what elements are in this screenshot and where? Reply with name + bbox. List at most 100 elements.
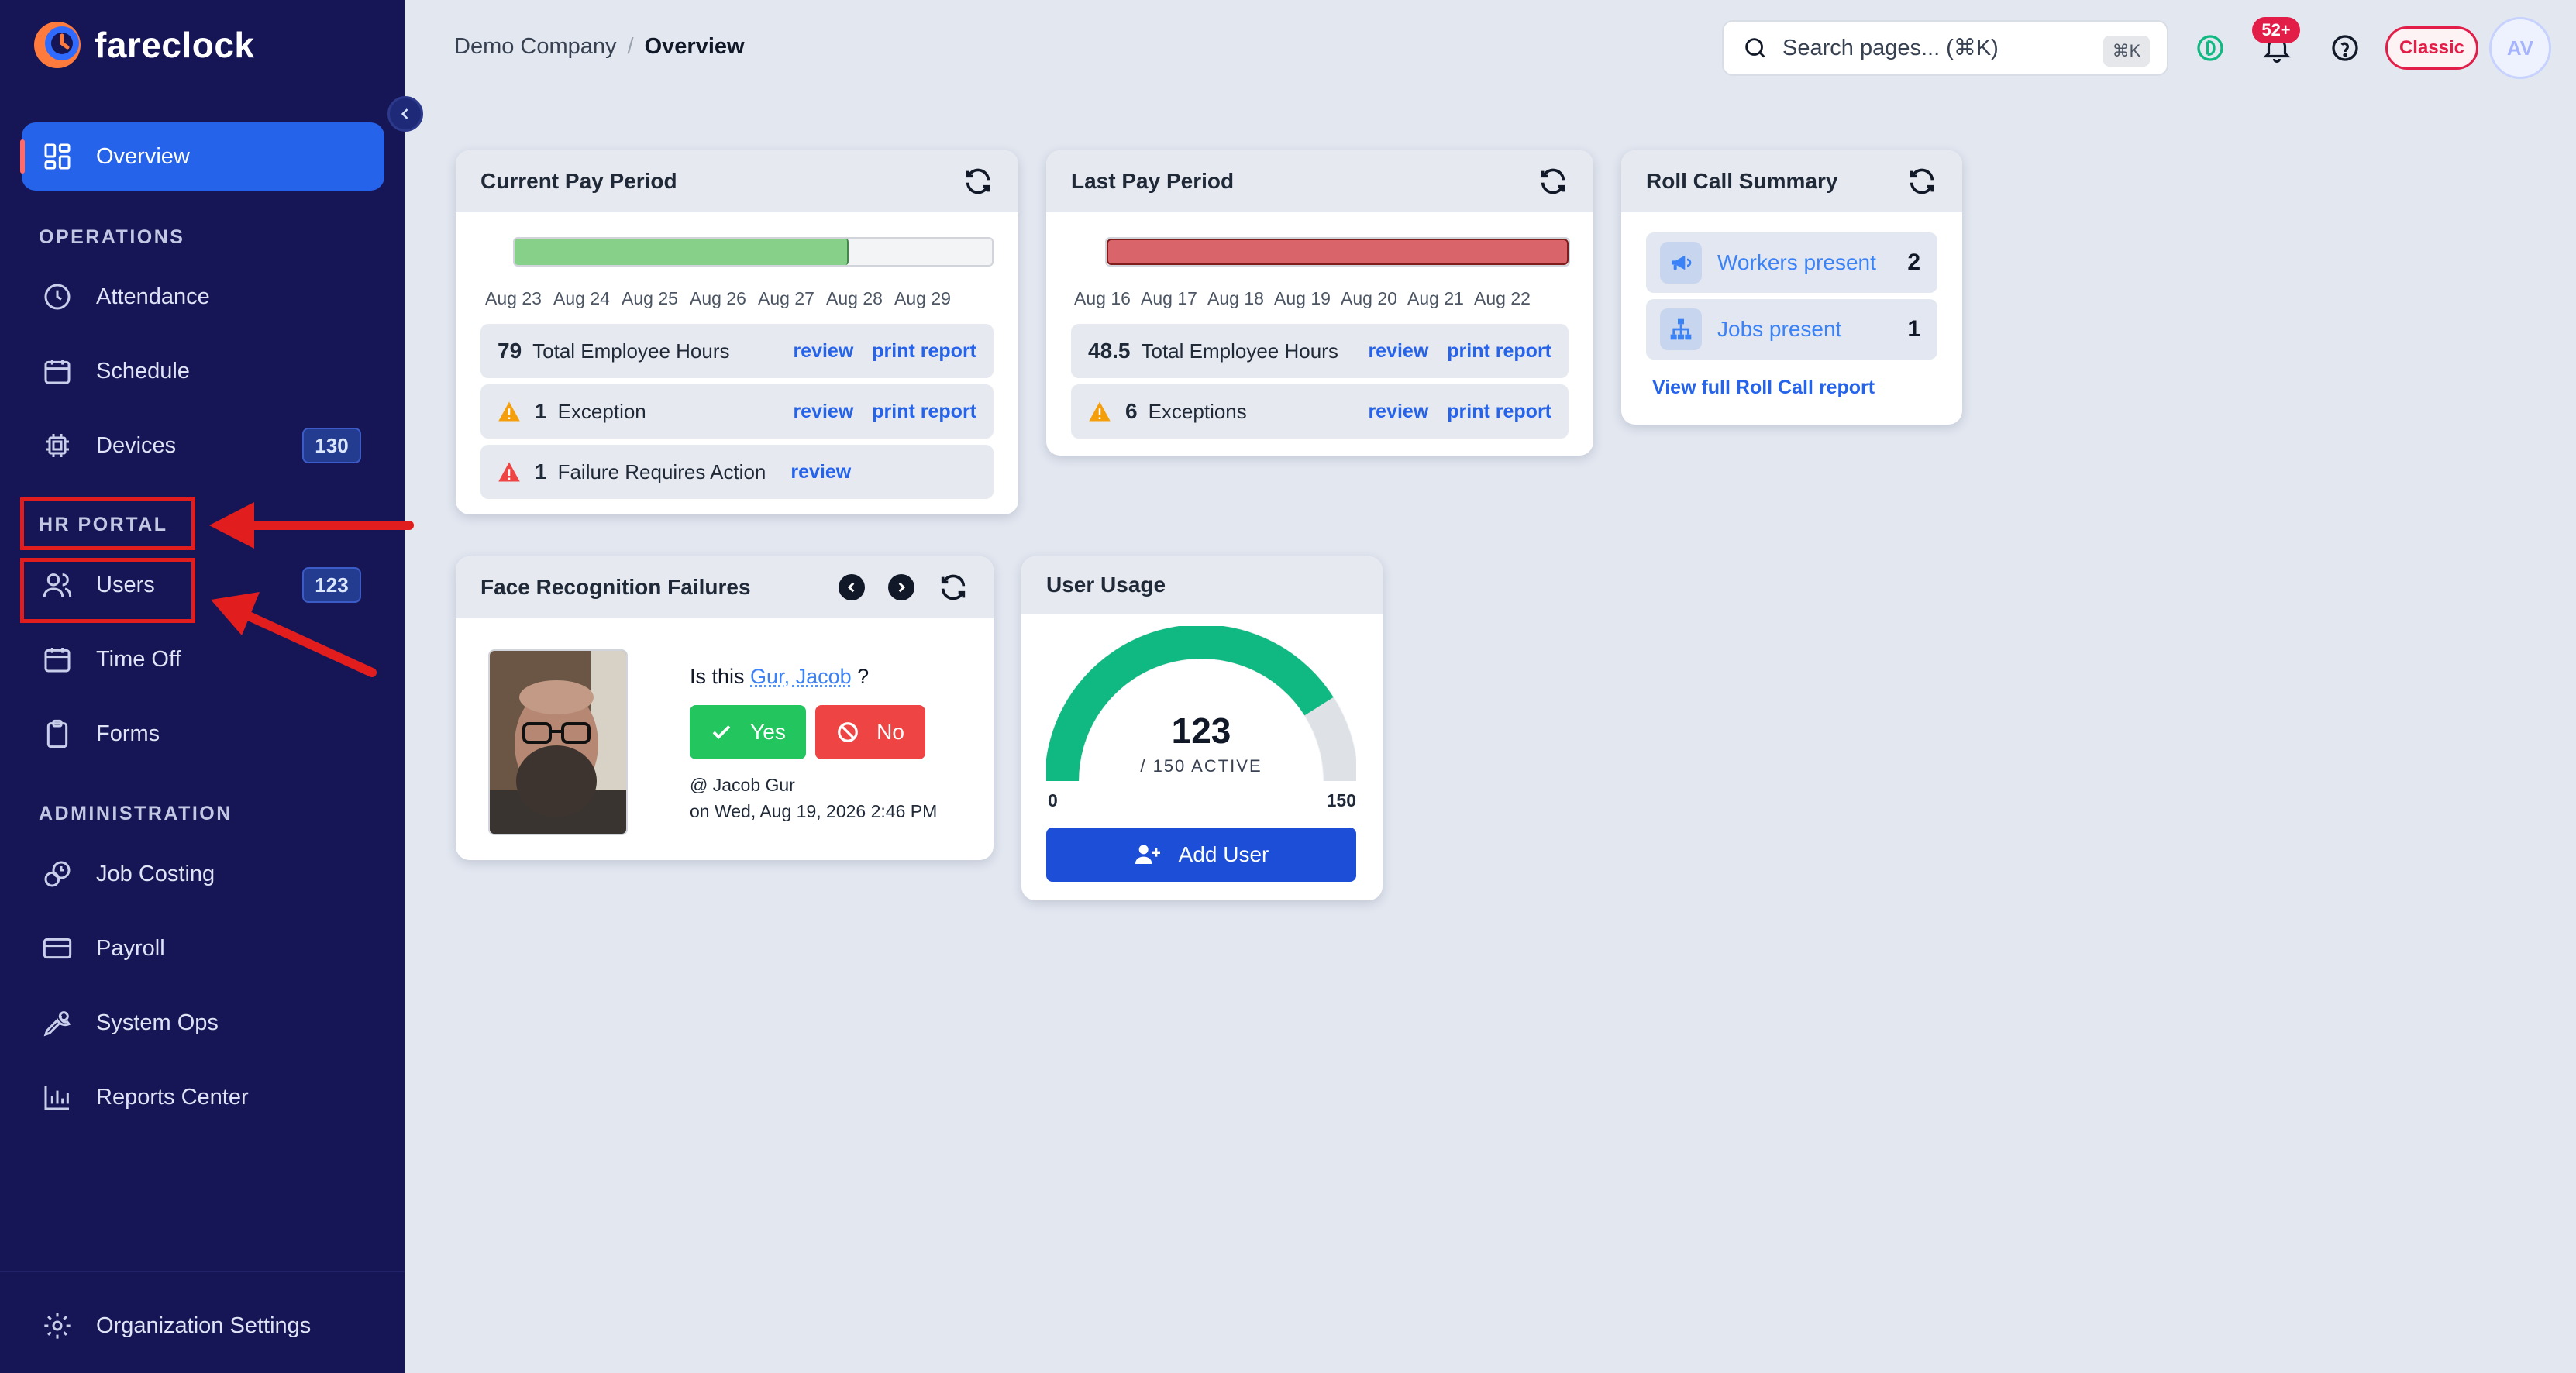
coins-icon	[44, 861, 71, 887]
notification-badge: 52+	[2252, 17, 2300, 43]
clipboard-icon	[46, 719, 68, 748]
sidebar-item-devices[interactable]: Devices 130	[22, 412, 384, 479]
sidebar-item-forms[interactable]: Forms	[22, 700, 384, 767]
yes-button[interactable]: Yes	[690, 705, 806, 759]
breadcrumb-company[interactable]: Demo Company	[454, 34, 617, 60]
refresh-icon[interactable]	[963, 166, 994, 197]
credit-card-icon	[43, 938, 72, 959]
sidebar-item-payroll[interactable]: Payroll	[22, 915, 384, 982]
date-label: Aug 18	[1207, 288, 1264, 308]
annotation-box-users	[20, 558, 195, 623]
jobs-present-label: Jobs present	[1717, 317, 1842, 341]
stat-label: Exception	[557, 399, 646, 423]
dashboard-icon	[44, 143, 71, 170]
print-report-link[interactable]: print report	[1447, 340, 1551, 363]
annotation-box-hr-portal	[20, 497, 195, 550]
refresh-icon[interactable]	[1906, 166, 1937, 197]
gear-icon	[44, 1313, 71, 1339]
sidebar-divider	[0, 1271, 405, 1272]
workers-present-row[interactable]: Workers present 2	[1646, 232, 1937, 293]
stat-value: 1	[535, 399, 547, 423]
sidebar-item-job-costing[interactable]: Job Costing	[22, 841, 384, 907]
print-report-link[interactable]: print report	[872, 401, 976, 423]
help-icon[interactable]	[2323, 26, 2367, 70]
stat-value: 79	[498, 339, 522, 363]
stat-label: Exceptions	[1148, 399, 1247, 423]
last-pay-period-card: Last Pay Period Aug 16 Aug 17 Aug 18 Aug…	[1046, 150, 1593, 456]
yes-label: Yes	[750, 720, 786, 744]
jobs-present-row[interactable]: Jobs present 1	[1646, 299, 1937, 360]
no-button[interactable]: No	[815, 705, 925, 759]
warning-icon	[498, 401, 520, 422]
sidebar-item-schedule[interactable]: Schedule	[22, 338, 384, 404]
workers-present-count: 2	[1907, 249, 1920, 275]
sidebar-item-system-ops[interactable]: System Ops	[22, 989, 384, 1056]
megaphone-icon	[1660, 242, 1702, 284]
search-input[interactable]	[1782, 35, 2077, 61]
sidebar-item-organization-settings[interactable]: Organization Settings	[22, 1292, 384, 1359]
next-button[interactable]	[888, 574, 914, 600]
review-link[interactable]: review	[793, 401, 853, 423]
sidebar-item-label: Forms	[96, 721, 160, 746]
current-pay-period-card: Current Pay Period Aug 23 Aug 24 Aug 25 …	[456, 150, 1018, 514]
sidebar-item-reports-center[interactable]: Reports Center	[22, 1064, 384, 1130]
chevron-left-icon	[847, 582, 855, 593]
card-title: Roll Call Summary	[1646, 169, 1838, 193]
captured-name: @ Jacob Gur	[690, 775, 795, 795]
exception-row: 1 Exception review print report	[480, 384, 994, 439]
app-name: fareclock	[95, 25, 255, 65]
date-label: Aug 28	[826, 288, 883, 308]
sidebar-item-label: Reports Center	[96, 1084, 249, 1110]
card-title: Face Recognition Failures	[480, 575, 751, 599]
devices-count-badge: 130	[302, 428, 361, 463]
sidebar-item-label: Payroll	[96, 935, 165, 961]
search-icon	[1745, 38, 1765, 58]
previous-button[interactable]	[839, 574, 865, 600]
check-icon	[712, 725, 731, 739]
card-title: Current Pay Period	[480, 169, 677, 193]
chevron-left-icon	[401, 108, 408, 119]
sidebar-item-label: Devices	[96, 432, 177, 458]
section-administration: ADMINISTRATION	[39, 803, 232, 824]
progress-fill	[515, 239, 849, 265]
refresh-icon[interactable]	[1538, 166, 1569, 197]
date-label: Aug 22	[1474, 288, 1531, 308]
refresh-icon[interactable]	[938, 572, 969, 603]
print-report-link[interactable]: print report	[1447, 401, 1551, 423]
review-link[interactable]: review	[1368, 340, 1428, 363]
print-report-link[interactable]: print report	[872, 340, 976, 363]
active-users-count: 123	[1171, 711, 1231, 751]
face-capture-info: @ Jacob Gur on Wed, Aug 19, 2026 2:46 PM	[690, 772, 937, 824]
stat-label: Failure Requires Action	[557, 459, 766, 483]
collapse-sidebar-button[interactable]	[387, 96, 423, 132]
warning-icon	[1089, 401, 1111, 422]
avatar[interactable]: AV	[2489, 17, 2551, 79]
sidebar-item-label: Schedule	[96, 358, 190, 384]
sidebar-item-label: System Ops	[96, 1010, 219, 1035]
search-bar[interactable]: ⌘K	[1722, 20, 2168, 76]
sidebar-item-attendance[interactable]: Attendance	[22, 263, 384, 330]
review-link[interactable]: review	[790, 461, 851, 483]
total-hours-row: 79 Total Employee Hours review print rep…	[480, 324, 994, 378]
jobs-present-count: 1	[1907, 316, 1920, 342]
person-link[interactable]: Gur, Jacob	[750, 665, 852, 688]
add-user-button[interactable]: Add User	[1046, 828, 1356, 882]
fareclock-logo-icon	[34, 22, 81, 68]
sidebar-item-label: Organization Settings	[96, 1313, 312, 1338]
sidebar-item-overview[interactable]: Overview	[20, 122, 384, 191]
classic-toggle-button[interactable]: Classic	[2385, 26, 2478, 70]
active-users-total: / 150 ACTIVE	[1140, 756, 1262, 776]
review-link[interactable]: review	[1368, 401, 1428, 423]
logo[interactable]: fareclock	[31, 19, 255, 71]
view-roll-call-report-link[interactable]: View full Roll Call report	[1652, 377, 1875, 399]
breadcrumb-separator: /	[627, 34, 634, 59]
sidebar-item-label: Time Off	[96, 646, 181, 672]
total-hours-row: 48.5 Total Employee Hours review print r…	[1071, 324, 1569, 378]
bar-chart-icon	[44, 1086, 69, 1110]
wrench-icon	[43, 1011, 71, 1037]
stat-value: 48.5	[1088, 339, 1131, 363]
review-link[interactable]: review	[793, 340, 853, 363]
exceptions-row: 6 Exceptions review print report	[1071, 384, 1569, 439]
status-indicator-icon[interactable]	[2189, 26, 2232, 70]
stat-label: Total Employee Hours	[532, 339, 730, 363]
